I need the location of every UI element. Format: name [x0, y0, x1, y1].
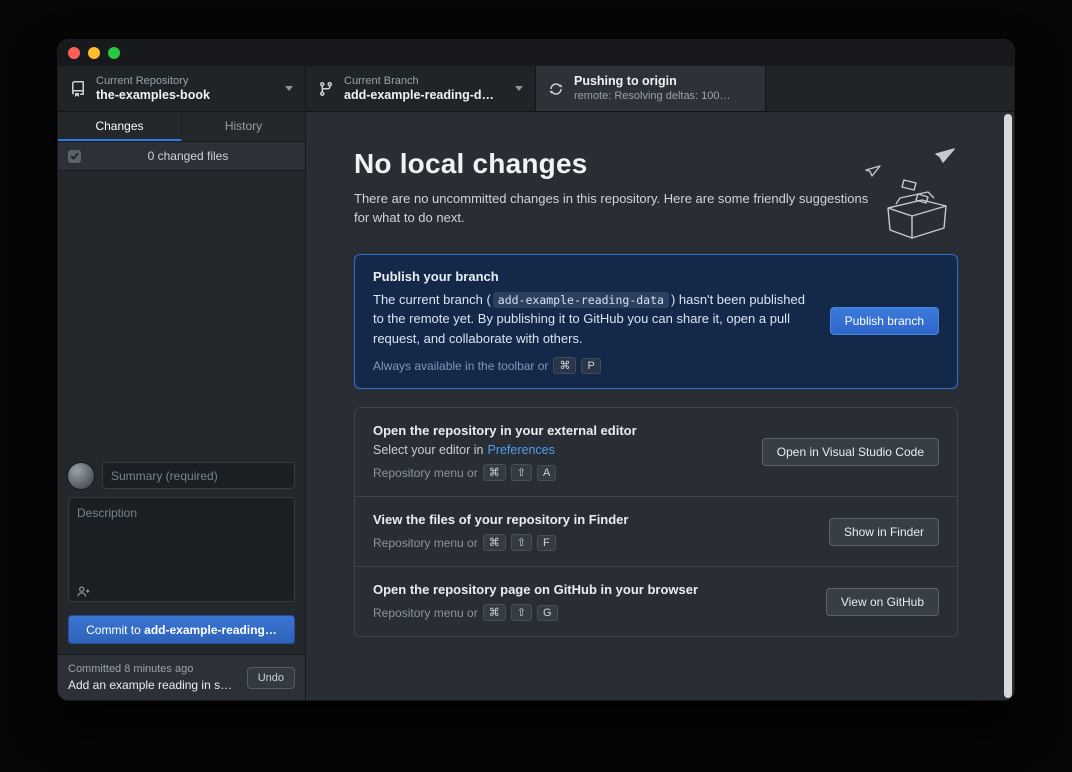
- shift-key: ⇧: [511, 534, 532, 551]
- select-all-checkbox[interactable]: [68, 150, 81, 163]
- tab-changes[interactable]: Changes: [58, 112, 182, 141]
- page-subtitle: There are no uncommitted changes in this…: [354, 190, 874, 228]
- window-controls: [68, 47, 120, 59]
- shift-key: ⇧: [511, 464, 532, 481]
- main-panel: No local changes There are no uncommitte…: [306, 112, 1014, 700]
- sidebar: Changes History 0 changed files: [58, 112, 306, 700]
- chevron-down-icon: [515, 86, 523, 91]
- current-repository-selector[interactable]: Current Repository the-examples-book: [58, 66, 306, 111]
- zoom-window-button[interactable]: [108, 47, 120, 59]
- push-title: Pushing to origin: [574, 74, 753, 89]
- avatar: [68, 463, 94, 489]
- no-changes-illustration: [860, 146, 960, 247]
- repo-icon: [70, 81, 86, 97]
- last-commit-message: Add an example reading in semi-…: [68, 677, 239, 693]
- push-to-origin-button[interactable]: Pushing to origin remote: Resolving delt…: [536, 66, 766, 111]
- scrollbar[interactable]: [1004, 114, 1012, 698]
- publish-branch-text: Publish your branch The current branch (…: [373, 269, 812, 375]
- sidebar-tabs: Changes History: [58, 112, 305, 142]
- suggestion-subtitle-text: Select your editor in: [373, 443, 483, 457]
- hint-text: Repository menu or: [373, 606, 478, 620]
- suggestion-subtitle: Select your editor in Preferences: [373, 443, 744, 457]
- open-in-external-editor-button[interactable]: Open in Visual Studio Code: [762, 438, 939, 466]
- suggestion-shortcut-hint: Repository menu or ⌘ ⇧ A: [373, 464, 744, 481]
- last-commit-info: Committed 8 minutes ago Add an example r…: [68, 662, 239, 693]
- cmd-key: ⌘: [483, 604, 506, 621]
- suggestion-title: Open the repository in your external edi…: [373, 423, 744, 438]
- suggestion-row-external-editor: Open the repository in your external edi…: [355, 408, 957, 496]
- description-input[interactable]: [68, 497, 295, 602]
- last-commit-time: Committed 8 minutes ago: [68, 662, 239, 677]
- hint-text: Repository menu or: [373, 466, 478, 480]
- branch-name-chip: add-example-reading-data: [493, 292, 669, 308]
- f-key: F: [537, 535, 556, 551]
- hint-text: Repository menu or: [373, 536, 478, 550]
- current-branch-value: add-example-reading-d…: [344, 88, 501, 103]
- description-box: [68, 497, 295, 607]
- push-status: remote: Resolving deltas: 100…: [574, 89, 753, 103]
- cmd-key: ⌘: [553, 357, 576, 374]
- suggestion-row-finder: View the files of your repository in Fin…: [355, 496, 957, 566]
- current-repository-label: Current Repository: [96, 74, 271, 88]
- titlebar[interactable]: [58, 40, 1014, 66]
- commit-button-prefix: Commit to: [86, 623, 141, 637]
- publish-branch-body: The current branch (add-example-reading-…: [373, 290, 812, 349]
- tab-history[interactable]: History: [182, 112, 305, 141]
- g-key: G: [537, 605, 558, 621]
- current-repository-value: the-examples-book: [96, 88, 271, 103]
- sync-icon: [548, 81, 564, 97]
- suggestion-title: View the files of your repository in Fin…: [373, 512, 811, 527]
- changes-list: [58, 171, 305, 452]
- current-repository-text: Current Repository the-examples-book: [96, 74, 271, 103]
- p-key: P: [581, 358, 600, 374]
- undo-button[interactable]: Undo: [247, 667, 295, 689]
- suggestion-shortcut-hint: Repository menu or ⌘ ⇧ G: [373, 604, 808, 621]
- publish-body-pre: The current branch (: [373, 292, 491, 307]
- current-branch-label: Current Branch: [344, 74, 501, 88]
- show-in-finder-button[interactable]: Show in Finder: [829, 518, 939, 546]
- chevron-down-icon: [285, 86, 293, 91]
- suggestion-text: Open the repository in your external edi…: [373, 423, 744, 481]
- git-branch-icon: [318, 81, 334, 97]
- changed-files-row[interactable]: 0 changed files: [58, 142, 305, 171]
- summary-row: [68, 462, 295, 489]
- suggestions-panel: Open the repository in your external edi…: [354, 407, 958, 637]
- window-content: Changes History 0 changed files: [58, 112, 1014, 700]
- suggestion-text: Open the repository page on GitHub in yo…: [373, 582, 808, 621]
- publish-branch-title: Publish your branch: [373, 269, 812, 284]
- suggestion-shortcut-hint: Repository menu or ⌘ ⇧ F: [373, 534, 811, 551]
- commit-button-branch: add-example-reading…: [144, 623, 277, 637]
- publish-hint-text: Always available in the toolbar or: [373, 359, 548, 373]
- changed-files-count: 0 changed files: [81, 149, 295, 163]
- cmd-key: ⌘: [483, 464, 506, 481]
- suggestion-row-github: Open the repository page on GitHub in yo…: [355, 566, 957, 636]
- a-key: A: [537, 465, 556, 481]
- preferences-link[interactable]: Preferences: [487, 443, 554, 457]
- current-branch-text: Current Branch add-example-reading-d…: [344, 74, 501, 103]
- toolbar: Current Repository the-examples-book Cur…: [58, 66, 1014, 112]
- push-status-text: Pushing to origin remote: Resolving delt…: [574, 74, 753, 103]
- desktop-background: Current Repository the-examples-book Cur…: [0, 0, 1072, 772]
- publish-branch-button[interactable]: Publish branch: [830, 307, 939, 335]
- close-window-button[interactable]: [68, 47, 80, 59]
- cmd-key: ⌘: [483, 534, 506, 551]
- publish-branch-panel: Publish your branch The current branch (…: [354, 254, 958, 390]
- commit-form: Commit to add-example-reading…: [58, 452, 305, 654]
- view-on-github-button[interactable]: View on GitHub: [826, 588, 939, 616]
- github-desktop-window: Current Repository the-examples-book Cur…: [58, 40, 1014, 700]
- add-co-author-icon[interactable]: [76, 585, 91, 599]
- summary-input[interactable]: [102, 462, 295, 489]
- undo-bar: Committed 8 minutes ago Add an example r…: [58, 654, 305, 700]
- shift-key: ⇧: [511, 604, 532, 621]
- publish-shortcut-hint: Always available in the toolbar or ⌘ P: [373, 357, 812, 374]
- suggestion-title: Open the repository page on GitHub in yo…: [373, 582, 808, 597]
- minimize-window-button[interactable]: [88, 47, 100, 59]
- commit-button[interactable]: Commit to add-example-reading…: [68, 615, 295, 644]
- current-branch-selector[interactable]: Current Branch add-example-reading-d…: [306, 66, 536, 111]
- suggestion-text: View the files of your repository in Fin…: [373, 512, 811, 551]
